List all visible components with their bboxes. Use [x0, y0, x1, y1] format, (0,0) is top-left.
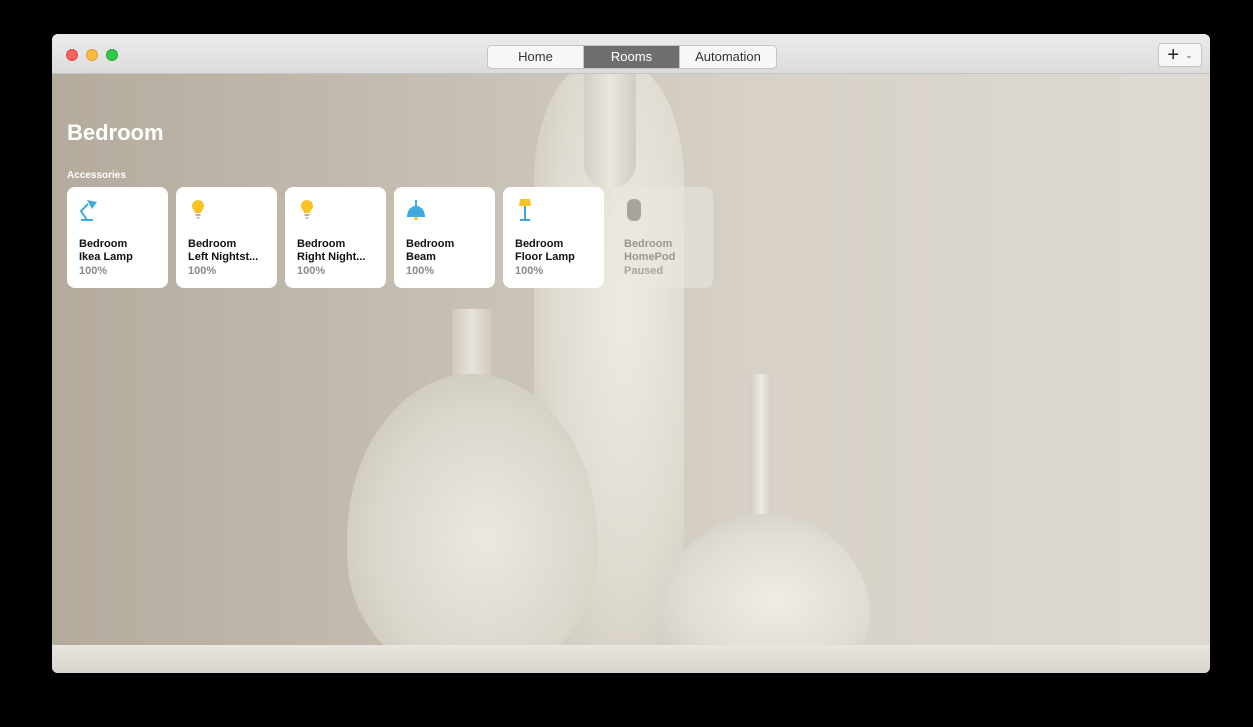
accessory-status: 100% — [406, 265, 435, 277]
accessory-tile-beam[interactable]: Bedroom Beam 100% — [394, 187, 495, 288]
app-window: Home Rooms Automation + ⌄ Bedroom Access… — [52, 34, 1210, 673]
background-photo-vase-neck — [750, 374, 772, 534]
accessory-status: 100% — [188, 265, 217, 277]
background-photo-vase-neck — [584, 74, 636, 189]
homepod-icon — [627, 199, 641, 221]
accessory-tile-right-nightstand[interactable]: Bedroom Right Night... 100% — [285, 187, 386, 288]
accessory-name: Bedroom HomePod — [624, 238, 676, 263]
accessory-name: Bedroom Floor Lamp — [515, 238, 575, 263]
background-photo-shelf — [52, 645, 1210, 673]
tab-automation[interactable]: Automation — [680, 46, 776, 68]
desk-lamp-icon — [79, 200, 97, 221]
accessory-status: 100% — [79, 265, 108, 277]
accessory-tile-homepod[interactable]: Bedroom HomePod Paused — [612, 187, 713, 288]
accessory-tile-ikea-lamp[interactable]: Bedroom Ikea Lamp 100% — [67, 187, 168, 288]
close-window-button[interactable] — [66, 49, 78, 61]
add-menu-button[interactable]: + ⌄ — [1158, 43, 1202, 67]
lightbulb-icon — [192, 200, 204, 219]
page-title: Bedroom — [67, 120, 164, 145]
accessory-name: Bedroom Right Night... — [297, 238, 366, 263]
minimize-window-button[interactable] — [86, 49, 98, 61]
accessory-status: Paused — [624, 265, 664, 277]
floor-lamp-icon — [519, 199, 531, 221]
view-segmented-control: Home Rooms Automation — [487, 45, 777, 69]
tab-rooms[interactable]: Rooms — [584, 46, 680, 68]
pendant-lamp-icon — [407, 200, 425, 221]
tab-home[interactable]: Home — [488, 46, 584, 68]
accessory-grid: Bedroom Ikea Lamp 100% Bedroom Left Nigh… — [67, 187, 713, 288]
lightbulb-icon — [301, 200, 313, 219]
accessory-status: 100% — [515, 265, 544, 277]
section-label: Accessories — [67, 170, 126, 181]
room-view: Bedroom Accessories Bedroom Ikea Lamp 10… — [52, 74, 1210, 673]
accessory-tile-left-nightstand[interactable]: Bedroom Left Nightst... 100% — [176, 187, 277, 288]
chevron-down-icon: ⌄ — [1185, 49, 1193, 60]
accessory-name: Bedroom Ikea Lamp — [79, 238, 133, 263]
zoom-window-button[interactable] — [106, 49, 118, 61]
accessory-name: Bedroom Beam — [406, 238, 455, 263]
accessory-name: Bedroom Left Nightst... — [188, 238, 259, 263]
accessory-tile-floor-lamp[interactable]: Bedroom Floor Lamp 100% — [503, 187, 604, 288]
title-bar: Home Rooms Automation + ⌄ — [52, 34, 1210, 74]
plus-icon: + — [1167, 44, 1180, 66]
accessory-status: 100% — [297, 265, 326, 277]
